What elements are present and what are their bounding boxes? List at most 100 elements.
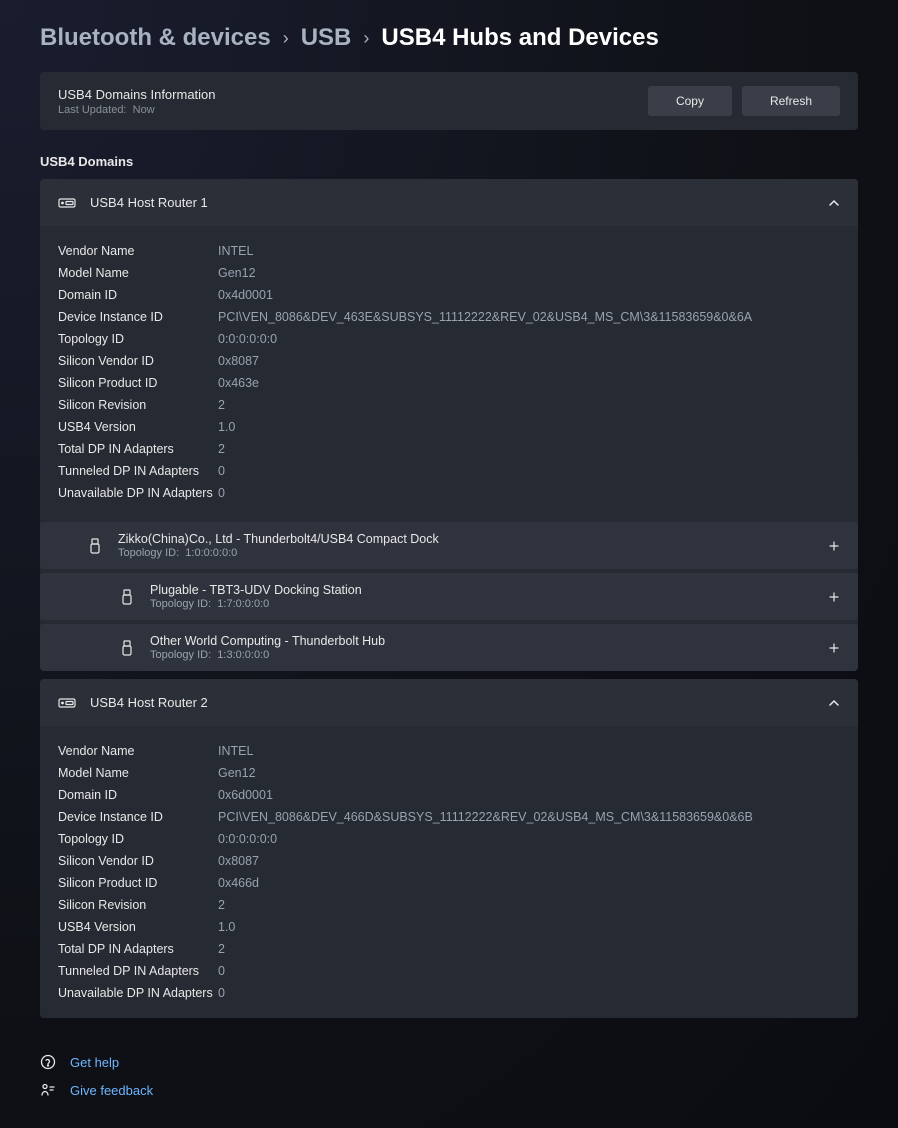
expand-icon — [828, 642, 840, 654]
property-row: USB4 Version1.0 — [58, 916, 840, 938]
refresh-button[interactable]: Refresh — [742, 86, 840, 116]
property-key: USB4 Version — [58, 420, 218, 434]
property-row: Silicon Product ID0x463e — [58, 372, 840, 394]
property-value: 2 — [218, 898, 225, 912]
router-title: USB4 Host Router 2 — [90, 695, 814, 710]
property-key: Silicon Vendor ID — [58, 854, 218, 868]
property-value: 0 — [218, 486, 225, 500]
property-key: Model Name — [58, 266, 218, 280]
router-header[interactable]: USB4 Host Router 1 — [40, 179, 858, 226]
property-row: Domain ID0x4d0001 — [58, 284, 840, 306]
copy-button[interactable]: Copy — [648, 86, 732, 116]
give-feedback-link[interactable]: Give feedback — [40, 1076, 858, 1104]
property-row: Topology ID0:0:0:0:0:0 — [58, 828, 840, 850]
device-sub: Topology ID: 1:7:0:0:0:0 — [150, 598, 814, 610]
feedback-icon — [40, 1082, 56, 1098]
usb-device-icon — [118, 590, 136, 604]
router-card: USB4 Host Router 1Vendor NameINTELModel … — [40, 179, 858, 671]
chevron-up-icon — [828, 197, 840, 209]
property-key: Tunneled DP IN Adapters — [58, 464, 218, 478]
section-title: USB4 Domains — [40, 154, 858, 169]
property-value: 2 — [218, 942, 225, 956]
device-row[interactable]: Other World Computing - Thunderbolt HubT… — [40, 624, 858, 671]
property-key: Total DP IN Adapters — [58, 442, 218, 456]
router-body: Vendor NameINTELModel NameGen12Domain ID… — [40, 726, 858, 1018]
footer-links: Get help Give feedback — [40, 1048, 858, 1104]
device-row[interactable]: Zikko(China)Co., Ltd - Thunderbolt4/USB4… — [40, 522, 858, 569]
property-value: INTEL — [218, 244, 253, 258]
chevron-up-icon — [828, 697, 840, 709]
property-row: Total DP IN Adapters2 — [58, 438, 840, 460]
property-value: 0 — [218, 464, 225, 478]
usb-device-icon — [86, 539, 104, 553]
property-row: Tunneled DP IN Adapters0 — [58, 460, 840, 482]
expand-icon — [828, 540, 840, 552]
usb-device-icon — [118, 641, 136, 655]
router-header[interactable]: USB4 Host Router 2 — [40, 679, 858, 726]
property-row: Silicon Vendor ID0x8087 — [58, 350, 840, 372]
device-name: Other World Computing - Thunderbolt Hub — [150, 634, 814, 648]
info-title: USB4 Domains Information — [58, 87, 216, 102]
help-icon — [40, 1054, 56, 1070]
property-row: Domain ID0x6d0001 — [58, 784, 840, 806]
chevron-right-icon: › — [363, 28, 369, 49]
property-value: 2 — [218, 398, 225, 412]
property-key: Silicon Revision — [58, 898, 218, 912]
property-row: Silicon Vendor ID0x8087 — [58, 850, 840, 872]
property-row: Silicon Revision2 — [58, 894, 840, 916]
router-icon — [58, 196, 76, 210]
property-value: 0x463e — [218, 376, 259, 390]
property-key: Vendor Name — [58, 244, 218, 258]
property-key: Domain ID — [58, 288, 218, 302]
property-key: Device Instance ID — [58, 810, 218, 824]
property-value: 0x8087 — [218, 354, 259, 368]
property-key: Topology ID — [58, 832, 218, 846]
property-value: 2 — [218, 442, 225, 456]
property-key: Topology ID — [58, 332, 218, 346]
property-row: Silicon Product ID0x466d — [58, 872, 840, 894]
property-value: 0x8087 — [218, 854, 259, 868]
property-row: Model NameGen12 — [58, 262, 840, 284]
breadcrumb-usb[interactable]: USB — [301, 24, 352, 52]
property-key: Vendor Name — [58, 744, 218, 758]
property-row: Vendor NameINTEL — [58, 740, 840, 762]
device-sub: Topology ID: 1:0:0:0:0:0 — [118, 547, 814, 559]
get-help-link[interactable]: Get help — [40, 1048, 858, 1076]
property-key: Silicon Product ID — [58, 876, 218, 890]
property-row: Silicon Revision2 — [58, 394, 840, 416]
breadcrumb-current: USB4 Hubs and Devices — [381, 24, 658, 52]
property-row: Tunneled DP IN Adapters0 — [58, 960, 840, 982]
property-row: Unavailable DP IN Adapters0 — [58, 982, 840, 1004]
info-bar: USB4 Domains Information Last Updated: N… — [40, 72, 858, 130]
router-title: USB4 Host Router 1 — [90, 195, 814, 210]
property-key: Unavailable DP IN Adapters — [58, 486, 218, 500]
info-last-updated: Last Updated: Now — [58, 104, 216, 116]
device-name: Plugable - TBT3-UDV Docking Station — [150, 583, 814, 597]
property-key: Silicon Revision — [58, 398, 218, 412]
property-key: Total DP IN Adapters — [58, 942, 218, 956]
property-row: Topology ID0:0:0:0:0:0 — [58, 328, 840, 350]
property-row: Model NameGen12 — [58, 762, 840, 784]
router-body: Vendor NameINTELModel NameGen12Domain ID… — [40, 226, 858, 518]
give-feedback-label: Give feedback — [70, 1083, 153, 1098]
property-key: Unavailable DP IN Adapters — [58, 986, 218, 1000]
property-value: 0 — [218, 964, 225, 978]
property-value: 0:0:0:0:0:0 — [218, 832, 277, 846]
property-value: PCI\VEN_8086&DEV_466D&SUBSYS_11112222&RE… — [218, 810, 753, 824]
device-row[interactable]: Plugable - TBT3-UDV Docking StationTopol… — [40, 573, 858, 620]
property-value: 0 — [218, 986, 225, 1000]
property-value: 0x4d0001 — [218, 288, 273, 302]
property-row: Device Instance IDPCI\VEN_8086&DEV_466D&… — [58, 806, 840, 828]
property-value: Gen12 — [218, 766, 256, 780]
property-key: Model Name — [58, 766, 218, 780]
property-row: Unavailable DP IN Adapters0 — [58, 482, 840, 504]
property-value: 0x6d0001 — [218, 788, 273, 802]
property-key: Silicon Vendor ID — [58, 354, 218, 368]
device-sub: Topology ID: 1:3:0:0:0:0 — [150, 649, 814, 661]
device-name: Zikko(China)Co., Ltd - Thunderbolt4/USB4… — [118, 532, 814, 546]
breadcrumb-bluetooth-devices[interactable]: Bluetooth & devices — [40, 24, 271, 52]
expand-icon — [828, 591, 840, 603]
property-value: Gen12 — [218, 266, 256, 280]
breadcrumb: Bluetooth & devices › USB › USB4 Hubs an… — [40, 24, 858, 52]
property-row: Vendor NameINTEL — [58, 240, 840, 262]
